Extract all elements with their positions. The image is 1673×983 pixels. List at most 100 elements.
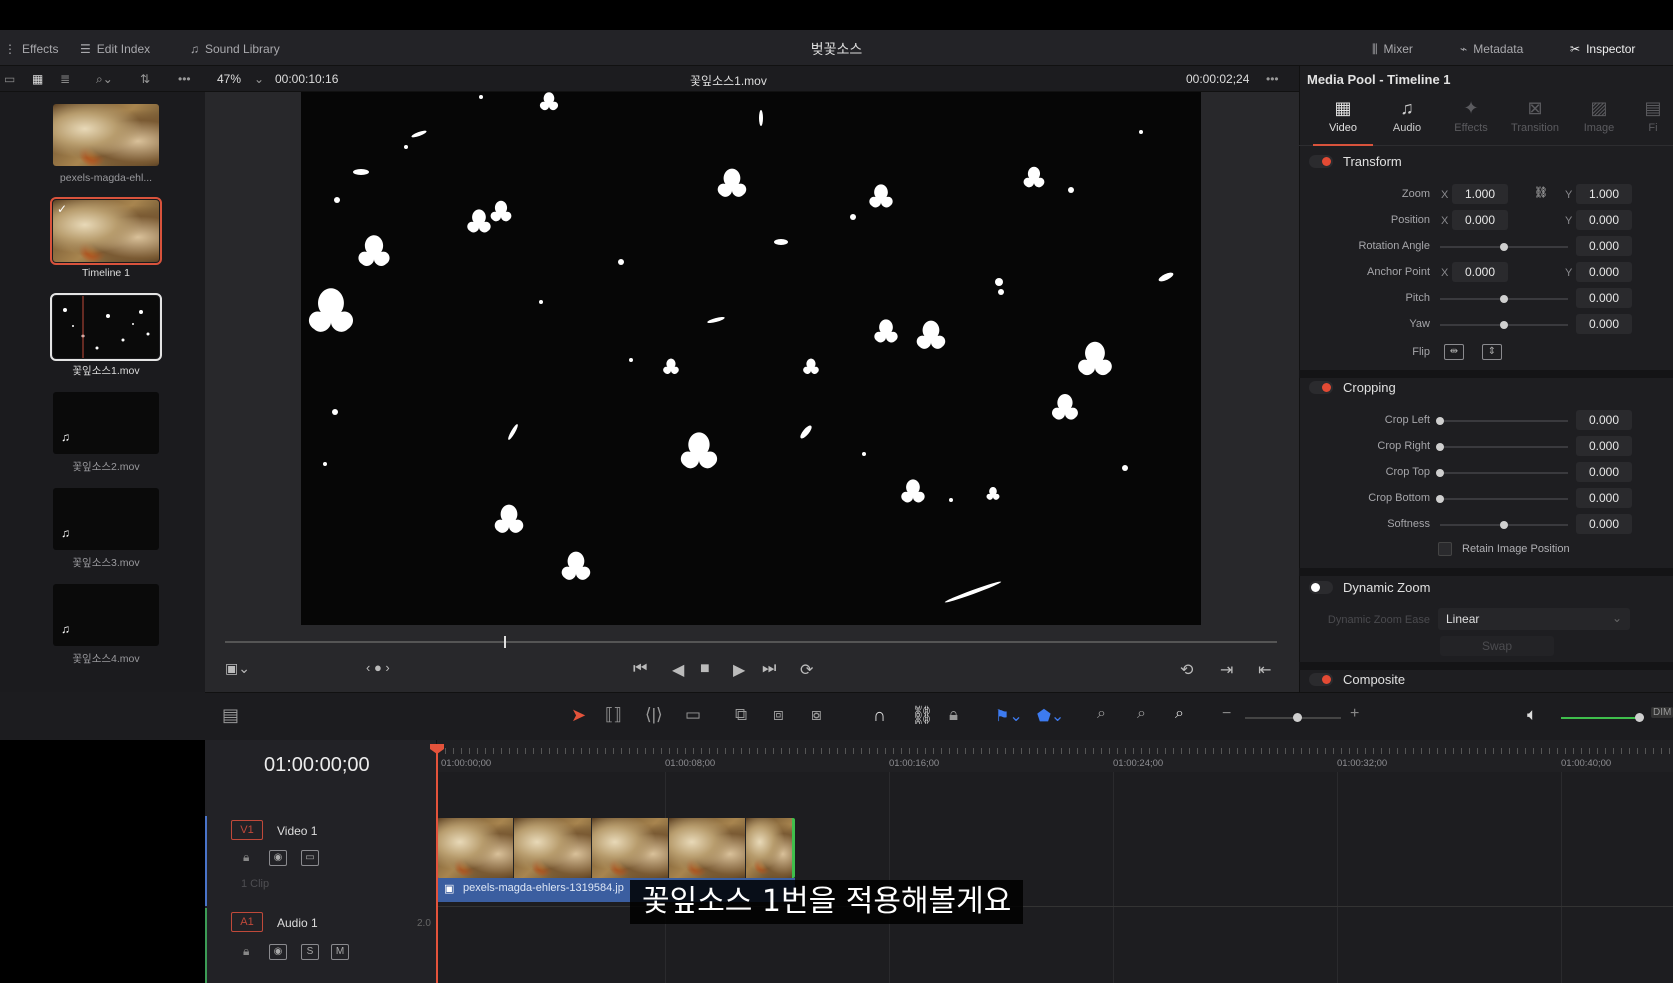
yaw-field[interactable]: 0.000 (1576, 314, 1632, 334)
trim-tool-icon[interactable]: ⟦⟧ (605, 705, 622, 725)
anchor-y-field[interactable]: 0.000 (1576, 262, 1632, 282)
snapping-icon[interactable]: ∩ (873, 705, 886, 726)
link-icon[interactable]: ⛓ (1534, 186, 1548, 199)
zoom-full-icon[interactable]: ⌕ (1097, 705, 1106, 723)
crop-right-field[interactable]: 0.000 (1576, 436, 1632, 456)
yaw-knob[interactable] (1500, 321, 1508, 329)
pitch-knob[interactable] (1500, 295, 1508, 303)
mute-button[interactable]: M (331, 944, 349, 960)
crop-right-knob[interactable] (1436, 443, 1444, 451)
audio-track-header[interactable]: A1 Audio 1 2.0 🔒︎ ◉ S M (205, 908, 437, 983)
anchor-x-field[interactable]: 0.000 (1452, 262, 1508, 282)
zoom-level[interactable]: 47% (217, 72, 241, 86)
track-enable-icon[interactable]: ▭ (301, 850, 319, 866)
zoom-y-field[interactable]: 1.000 (1576, 184, 1632, 204)
viewer-mode-icon[interactable]: ▣⌄ (225, 660, 250, 677)
zoom-detail-icon[interactable]: ⌕ (1137, 705, 1146, 723)
mark-in-icon[interactable]: ⇥ (1220, 660, 1233, 680)
zoom-out-icon[interactable]: − (1222, 705, 1231, 723)
sound-library-tab[interactable]: ♫ Sound Library (190, 39, 280, 59)
crop-left-field[interactable]: 0.000 (1576, 410, 1632, 430)
tab-transition[interactable]: ⊠ Transition (1505, 98, 1565, 134)
tab-video[interactable]: ▦ Video (1313, 98, 1373, 146)
play-icon[interactable]: ▶ (733, 660, 745, 680)
edit-index-tab[interactable]: ☰ Edit Index (80, 39, 150, 59)
sort-icon[interactable]: ⇅ (140, 72, 150, 86)
crop-left-knob[interactable] (1436, 417, 1444, 425)
rotation-field[interactable]: 0.000 (1576, 236, 1632, 256)
tab-audio[interactable]: ♫ Audio (1377, 98, 1437, 134)
timeline-options-icon[interactable]: ▤ (222, 705, 239, 726)
flag-icon[interactable]: ⚑⌄ (995, 706, 1023, 726)
crop-bottom-knob[interactable] (1436, 495, 1444, 503)
dynamic-zoom-section[interactable]: Dynamic Zoom (1309, 580, 1430, 595)
mark-out-icon[interactable]: ⇤ (1258, 660, 1271, 680)
solo-button[interactable]: S (301, 944, 319, 960)
crop-bottom-slider[interactable] (1440, 498, 1568, 500)
transform-section[interactable]: Transform (1309, 154, 1402, 169)
skip-to-end-icon[interactable]: ⏭ (762, 660, 776, 678)
list-view-icon[interactable]: ≣ (60, 72, 70, 86)
position-x-field[interactable]: 0.000 (1452, 210, 1508, 230)
zoom-custom-icon[interactable]: ⌕ (1175, 705, 1184, 723)
video-track-header[interactable]: V1 Video 1 🔒︎ ◉ ▭ 1 Clip (205, 816, 437, 906)
blade-tool-icon[interactable]: ▭ (685, 705, 701, 725)
rotation-knob[interactable] (1500, 243, 1508, 251)
auto-select-icon[interactable]: ◉ (269, 944, 287, 960)
composite-toggle[interactable] (1309, 673, 1333, 686)
media-thumb-timeline[interactable]: ✓ (50, 197, 162, 265)
zoom-in-icon[interactable]: + (1350, 705, 1359, 723)
viewer-options-icon[interactable]: ••• (1266, 72, 1279, 86)
chevron-down-icon[interactable]: ⌄ (254, 72, 264, 86)
cropping-section[interactable]: Cropping (1309, 380, 1396, 395)
media-thumb-audio[interactable]: ♫ (53, 584, 159, 646)
crop-top-knob[interactable] (1436, 469, 1444, 477)
jog-control[interactable]: ‹ ● › (366, 660, 390, 675)
crop-top-slider[interactable] (1440, 472, 1568, 474)
media-thumb-audio[interactable]: ♫ (53, 392, 159, 454)
softness-field[interactable]: 0.000 (1576, 514, 1632, 534)
lock-icon[interactable]: 🔒︎ (243, 850, 249, 865)
inspector-tab[interactable]: ✂ Inspector (1570, 39, 1635, 59)
crop-bottom-field[interactable]: 0.000 (1576, 488, 1632, 508)
dynamic-zoom-toggle[interactable] (1309, 581, 1333, 594)
flip-vertical-icon[interactable]: ⇕ (1482, 344, 1502, 360)
metadata-tab[interactable]: ⌁ Metadata (1460, 39, 1523, 59)
zoom-slider-knob[interactable] (1293, 713, 1302, 722)
skip-to-start-icon[interactable]: ⏮ (633, 660, 647, 678)
zoom-x-field[interactable]: 1.000 (1452, 184, 1508, 204)
dim-button[interactable]: DIM (1651, 707, 1673, 718)
match-frame-icon[interactable]: ⟲ (1180, 660, 1193, 680)
insert-clip-icon[interactable]: ⧉ (735, 705, 747, 725)
search-icon[interactable]: ⌕⌄ (96, 72, 113, 87)
effects-tab[interactable]: ⋮ Effects (4, 39, 58, 59)
tab-file[interactable]: ▤ Fi (1633, 98, 1673, 134)
thumbnail-view-icon[interactable]: ▭ (4, 72, 15, 86)
video-clip[interactable] (437, 818, 795, 878)
play-reverse-icon[interactable]: ◀ (672, 660, 684, 680)
retain-position-checkbox[interactable] (1438, 542, 1452, 556)
swap-button[interactable]: Swap (1440, 636, 1554, 656)
pitch-field[interactable]: 0.000 (1576, 288, 1632, 308)
timeline-ruler[interactable]: 01:00:00;00 01:00:08;00 01:00:16;00 01:0… (437, 740, 1673, 772)
track-badge[interactable]: V1 (231, 820, 263, 840)
replace-clip-icon[interactable]: ⧇ (811, 705, 822, 725)
dynamic-zoom-ease-select[interactable]: Linear ⌄ (1438, 608, 1630, 630)
viewer-scrubber[interactable] (225, 641, 1277, 643)
link-icon[interactable]: ⛓ (911, 705, 934, 726)
playhead[interactable] (436, 745, 438, 983)
media-thumb-selected[interactable] (50, 293, 162, 361)
scrubber-handle[interactable] (504, 636, 506, 648)
tab-image[interactable]: ▨ Image (1569, 98, 1629, 134)
transform-toggle[interactable] (1309, 155, 1333, 168)
mixer-tab[interactable]: ⫼ Mixer (1372, 39, 1413, 59)
select-tool-icon[interactable]: ➤ (571, 705, 586, 726)
video-viewer[interactable] (301, 92, 1201, 625)
crop-top-field[interactable]: 0.000 (1576, 462, 1632, 482)
media-thumb-image[interactable] (53, 104, 159, 166)
flip-horizontal-icon[interactable]: ⇹ (1444, 344, 1464, 360)
loop-icon[interactable]: ⟳ (800, 660, 813, 680)
tab-effects[interactable]: ✦ Effects (1441, 98, 1501, 134)
crop-left-slider[interactable] (1440, 420, 1568, 422)
lock-icon[interactable]: 🔒︎ (243, 944, 249, 959)
